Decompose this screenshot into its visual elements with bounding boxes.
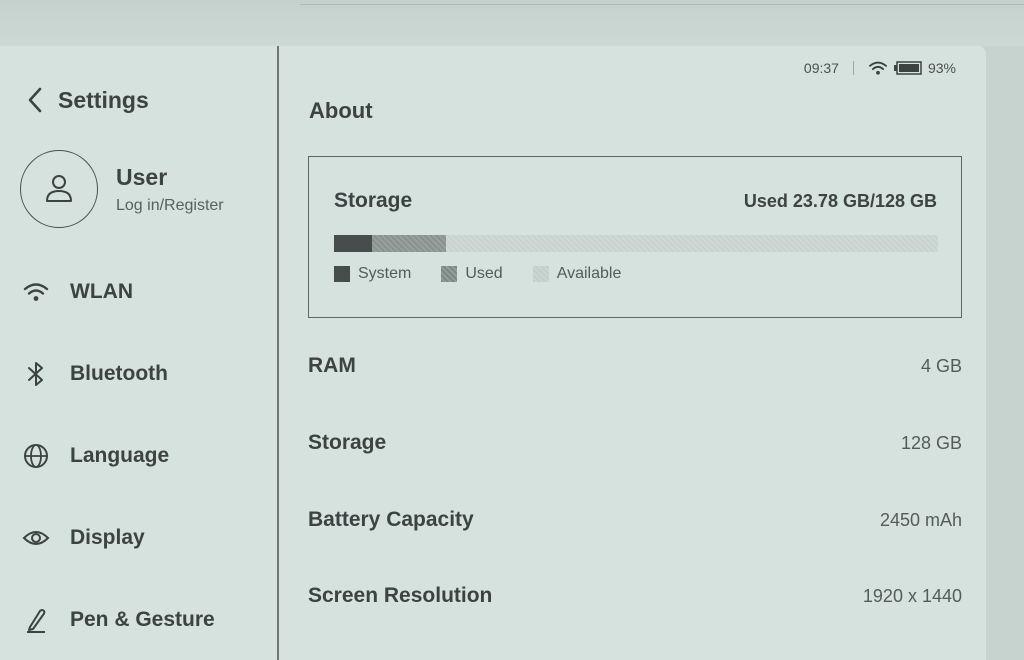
sidebar-item-display[interactable]: Display <box>22 524 145 552</box>
avatar <box>20 150 98 228</box>
sidebar: Settings User Log in/Register WLAN Bluet… <box>0 46 279 660</box>
legend-system: System <box>334 265 411 283</box>
info-row-screen-resolution: Screen Resolution 1920 x 1440 <box>308 584 962 608</box>
sidebar-item-label: Display <box>70 526 145 549</box>
info-row-storage: Storage 128 GB <box>308 431 962 455</box>
bluetooth-icon <box>22 360 50 388</box>
sidebar-item-label: Language <box>70 444 170 467</box>
status-bar: 09:37 93% <box>804 60 956 76</box>
legend-label: Used <box>465 265 503 282</box>
info-value: 4 GB <box>920 355 962 376</box>
user-name: User <box>116 163 168 190</box>
settings-title: Settings <box>58 86 149 113</box>
wifi-status-icon <box>869 61 887 75</box>
sidebar-item-pen-gesture[interactable]: Pen & Gesture <box>22 606 215 634</box>
info-value: 2450 mAh <box>879 509 962 530</box>
storage-legend: System Used Available <box>334 265 651 283</box>
info-key: RAM <box>308 354 356 377</box>
info-value: 128 GB <box>900 432 962 453</box>
sidebar-item-label: Bluetooth <box>70 362 168 385</box>
legend-label: System <box>358 265 412 282</box>
info-key: Battery Capacity <box>308 508 474 531</box>
user-account[interactable]: User Log in/Register <box>20 150 224 228</box>
device-bezel-right <box>984 46 1024 660</box>
login-register-link[interactable]: Log in/Register <box>116 197 224 215</box>
info-key: Storage <box>308 431 387 454</box>
sidebar-item-bluetooth[interactable]: Bluetooth <box>22 360 168 388</box>
globe-icon <box>22 442 50 470</box>
storage-bar <box>334 235 938 252</box>
sidebar-item-wlan[interactable]: WLAN <box>22 278 133 306</box>
user-icon <box>46 175 72 202</box>
storage-card: Storage Used 23.78 GB/128 GB System Used… <box>308 156 962 318</box>
storage-card-title: Storage <box>334 189 413 212</box>
sidebar-item-label: Pen & Gesture <box>70 608 215 631</box>
legend-used: Used <box>441 265 503 283</box>
legend-label: Available <box>556 265 622 282</box>
legend-swatch <box>441 266 458 282</box>
pen-icon <box>22 606 50 634</box>
storage-segment-system <box>334 235 372 252</box>
battery-percent: 93% <box>927 60 956 76</box>
battery-icon <box>893 61 922 75</box>
info-key: Screen Resolution <box>308 584 493 607</box>
status-divider <box>852 61 854 75</box>
sidebar-item-language[interactable]: Language <box>22 442 169 470</box>
clock: 09:37 <box>803 60 839 76</box>
eye-icon <box>22 524 50 552</box>
wifi-icon <box>22 278 50 306</box>
info-value: 1920 x 1440 <box>862 585 962 606</box>
back-button[interactable]: Settings <box>24 86 149 114</box>
storage-segment-used <box>371 235 447 252</box>
storage-segment-available <box>446 235 938 252</box>
sidebar-item-label: WLAN <box>70 280 133 303</box>
screen: Settings User Log in/Register WLAN Bluet… <box>0 46 986 660</box>
info-row-ram: RAM 4 GB <box>308 354 962 378</box>
device-bezel-top <box>0 0 1024 46</box>
page-title: About <box>309 98 373 123</box>
info-row-battery-capacity: Battery Capacity 2450 mAh <box>308 508 962 532</box>
chevron-left-icon <box>28 87 42 113</box>
legend-available: Available <box>532 265 622 283</box>
storage-used-text: Used 23.78 GB/128 GB <box>743 190 937 211</box>
legend-swatch <box>532 266 549 282</box>
legend-swatch <box>334 266 350 282</box>
